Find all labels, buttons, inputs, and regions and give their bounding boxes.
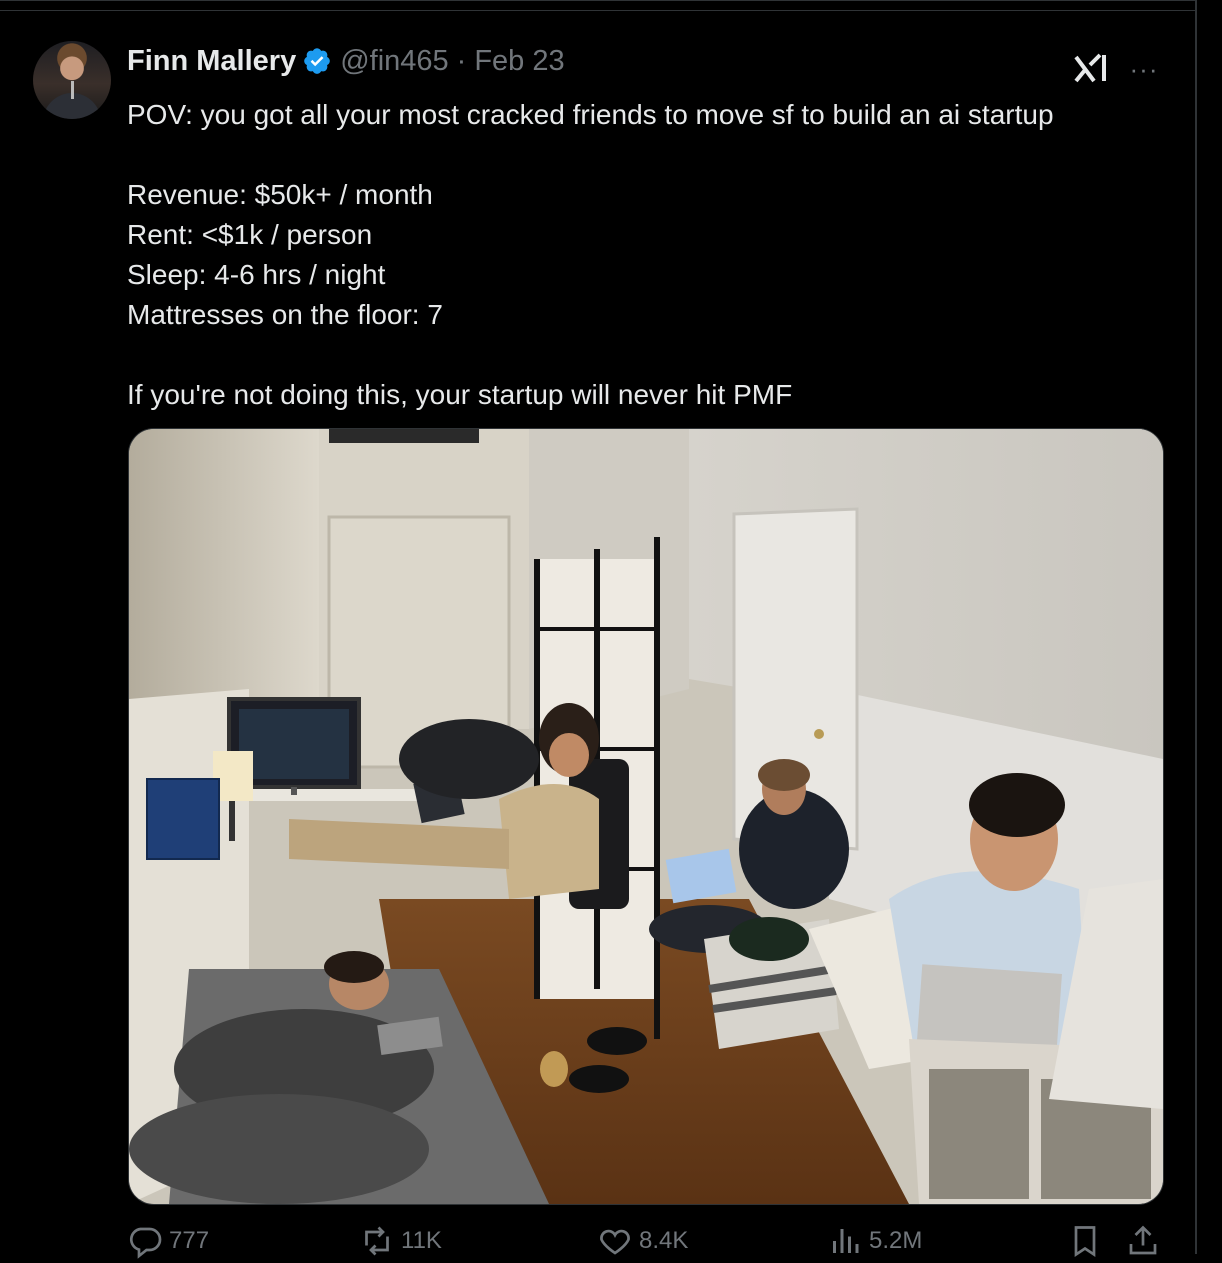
tweet-photo[interactable] xyxy=(128,428,1164,1205)
views-count: 5.2M xyxy=(869,1227,923,1254)
top-divider xyxy=(0,0,1196,1)
room-photo xyxy=(129,429,1163,1204)
action-bar: 777 11K 8.4K 5.2M xyxy=(127,1223,1167,1263)
tweet-line-gap xyxy=(127,335,1177,375)
column-border xyxy=(1195,0,1197,1254)
tweet[interactable]: Finn Mallery @fin465 · Feb 23 ··· POV: y… xyxy=(0,11,1195,1259)
more-icon[interactable]: ··· xyxy=(1126,56,1162,82)
tweet-line: POV: you got all your most cracked frien… xyxy=(127,99,1054,130)
reply-count: 777 xyxy=(169,1227,210,1254)
like-count: 8.4K xyxy=(639,1227,689,1254)
tweet-text: POV: you got all your most cracked frien… xyxy=(127,95,1177,415)
tweet-date[interactable]: Feb 23 xyxy=(474,45,564,78)
tweet-line-gap xyxy=(127,135,1177,175)
avatar-mic xyxy=(71,81,74,99)
author-name[interactable]: Finn Mallery xyxy=(127,45,296,78)
verified-badge-icon[interactable] xyxy=(302,46,332,76)
tweet-line: If you're not doing this, your startup w… xyxy=(127,379,793,410)
repost-count: 11K xyxy=(401,1227,442,1254)
tweet-line: Mattresses on the floor: 7 xyxy=(127,299,443,330)
tweet-header: Finn Mallery @fin465 · Feb 23 xyxy=(127,41,565,81)
avatar[interactable] xyxy=(33,41,111,119)
tweet-line: Revenue: $50k+ / month xyxy=(127,179,433,210)
tweet-line: Sleep: 4-6 hrs / night xyxy=(127,259,386,290)
grok-icon[interactable] xyxy=(1072,51,1110,85)
author-handle[interactable]: @fin465 xyxy=(340,45,448,78)
tweet-line: Rent: <$1k / person xyxy=(127,219,373,250)
separator: · xyxy=(456,44,467,77)
